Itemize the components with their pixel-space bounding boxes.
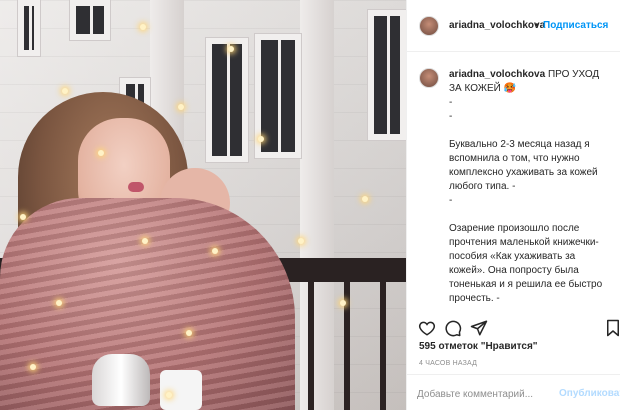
sparkle-decoration	[142, 238, 148, 244]
sparkle-decoration	[186, 330, 192, 336]
post-comment-button[interactable]: Опубликовать	[559, 388, 620, 399]
caption-body: - - Буквально 2-3 месяца назад я вспомни…	[449, 97, 603, 310]
caption-emoji: 🥵	[503, 83, 517, 94]
post-header: ariadna_volochkova • Подписаться	[407, 0, 620, 52]
comment-input[interactable]	[417, 386, 557, 402]
caption-username[interactable]: ariadna_volochkova	[449, 69, 545, 80]
sparkle-decoration	[56, 300, 62, 306]
avatar[interactable]	[419, 15, 439, 36]
post-actions	[407, 312, 620, 342]
sparkle-decoration	[228, 46, 234, 52]
heart-icon[interactable]	[417, 318, 437, 338]
building-window	[368, 10, 406, 140]
sparkle-decoration	[340, 300, 346, 306]
bookmark-icon[interactable]	[603, 318, 620, 338]
building-window	[70, 0, 110, 40]
sparkle-decoration	[298, 238, 304, 244]
follow-button[interactable]: Подписаться	[543, 20, 608, 31]
sparkle-decoration	[212, 248, 218, 254]
sparkle-decoration	[30, 364, 36, 370]
sparkle-decoration	[20, 214, 26, 220]
caption-text: ariadna_volochkova ПРО УХОД ЗА КОЖЕЙ 🥵 -…	[449, 68, 611, 310]
white-cup	[160, 370, 202, 410]
sparkle-decoration	[98, 150, 104, 156]
sparkle-decoration	[258, 136, 264, 142]
likes-count[interactable]: 595 отметок "Нравится"	[419, 341, 538, 352]
sparkle-decoration	[178, 104, 184, 110]
post-photo[interactable]	[0, 0, 406, 410]
glass-teapot	[92, 354, 150, 406]
post-timestamp[interactable]: 4 ЧАСОВ НАЗАД	[419, 360, 477, 367]
author-username[interactable]: ariadna_volochkova	[449, 20, 545, 31]
sparkle-decoration	[362, 196, 368, 202]
paper-plane-icon[interactable]	[469, 318, 489, 338]
building-window	[18, 0, 40, 56]
caption-area: ariadna_volochkova ПРО УХОД ЗА КОЖЕЙ 🥵 -…	[407, 52, 620, 310]
comment-box: Опубликовать	[407, 374, 620, 410]
person-lips	[128, 182, 144, 192]
sparkle-decoration	[62, 88, 68, 94]
building-window	[206, 38, 248, 162]
post-sidebar: ariadna_volochkova • Подписаться ariadna…	[406, 0, 620, 410]
avatar[interactable]	[419, 68, 439, 88]
sparkle-decoration	[166, 392, 172, 398]
comment-icon[interactable]	[443, 318, 463, 338]
separator-dot: •	[535, 20, 539, 31]
sparkle-decoration	[140, 24, 146, 30]
